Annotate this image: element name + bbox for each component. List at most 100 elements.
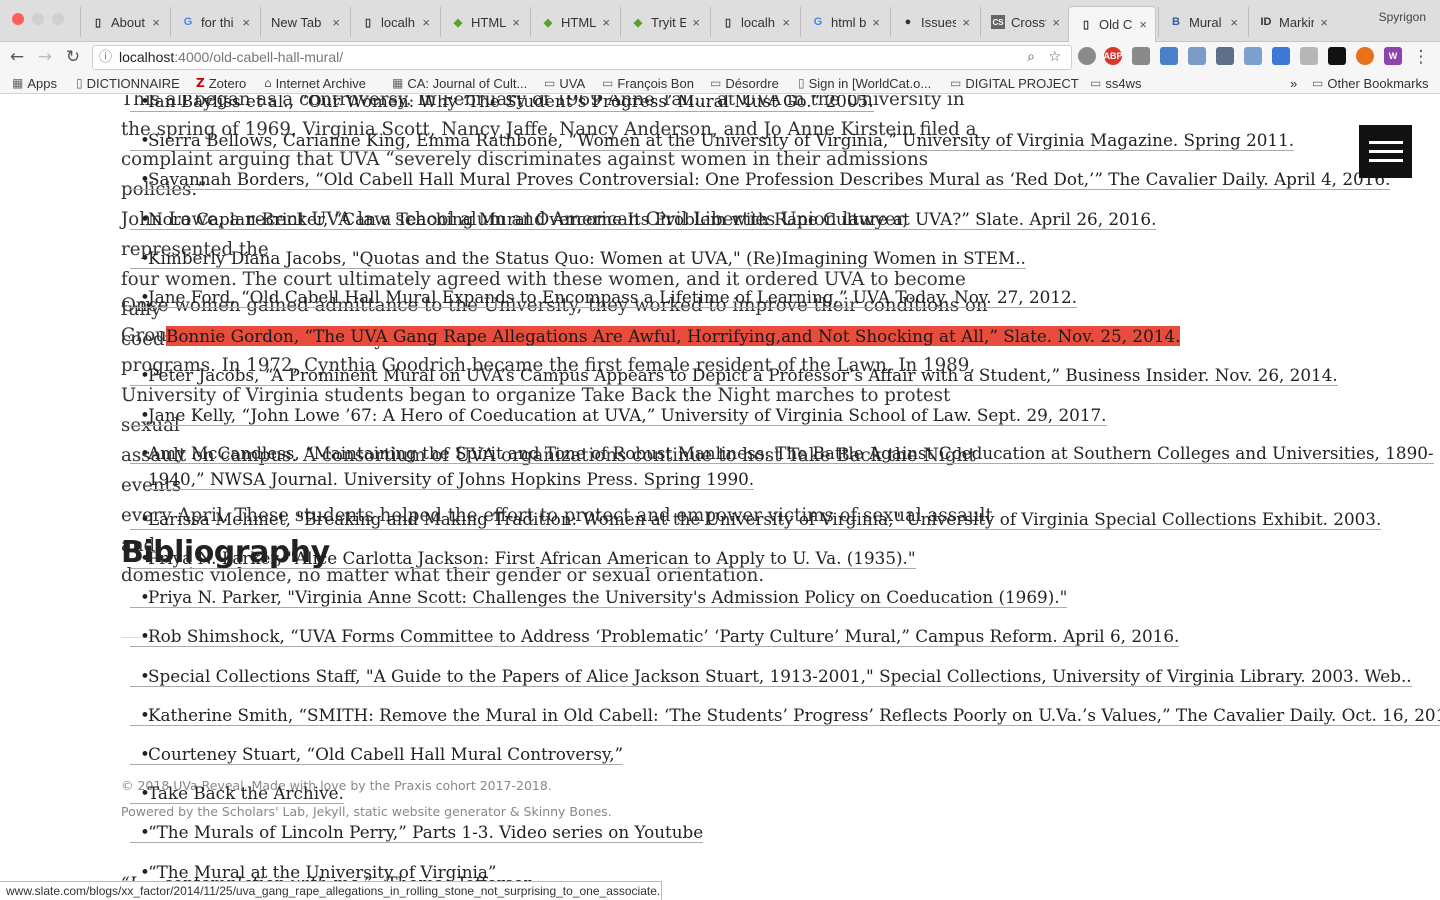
reload-icon[interactable]: ↻	[62, 46, 84, 68]
tab-crossref[interactable]: CS Crossf ×	[980, 7, 1068, 37]
tab-localhost-1[interactable]: ▯ localh ×	[350, 7, 438, 37]
w3schools-icon: ◆	[453, 16, 463, 29]
bibliography-link[interactable]: Courteney Stuart, “Old Cabell Hall Mural…	[130, 744, 624, 765]
maximize-window-button[interactable]	[52, 13, 64, 25]
bibliography-link[interactable]: Jane Ford, “Old Cabell Hall Mural Expand…	[130, 287, 1078, 308]
hamburger-menu-button[interactable]	[1359, 125, 1412, 178]
bibliography-link[interactable]: Larissa Mehmet, "Breaking and Making Tra…	[130, 509, 1382, 530]
bibliography-link[interactable]: Rob Shimshock, “UVA Forms Committee to A…	[130, 626, 1180, 647]
bibliography-link[interactable]: Nora Caplan-Bricker, “Can a Teaching Mur…	[130, 209, 1157, 230]
tab-old-cabell-active[interactable]: ▯ Old C ×	[1068, 6, 1156, 42]
bookmarks-overflow-chevron[interactable]: »	[1290, 74, 1297, 92]
close-tab-icon[interactable]: ×	[602, 15, 610, 30]
extension-cookie-icon[interactable]	[1300, 47, 1318, 65]
bibliography-link[interactable]: Special Collections Staff, "A Guide to t…	[130, 666, 1412, 687]
page-icon: ▯	[1082, 19, 1090, 31]
menu-kebab-icon[interactable]: ⋮	[1410, 46, 1432, 68]
bookmark-zotero[interactable]: Z Zotero	[196, 74, 246, 92]
close-tab-icon[interactable]: ×	[242, 15, 250, 30]
close-tab-icon[interactable]: ×	[872, 15, 880, 30]
bullet: •	[140, 783, 150, 803]
forward-arrow-icon[interactable]: →	[34, 46, 56, 68]
extension-grid-icon[interactable]	[1188, 47, 1206, 65]
extension-puzzle-icon[interactable]	[1132, 47, 1150, 65]
bibliography-link-hovered[interactable]: Bonnie Gordon, “The UVA Gang Rape Allega…	[166, 326, 1181, 346]
bookmark-apps[interactable]: ▦ Apps	[12, 74, 57, 92]
bibliography-link[interactable]: “The Murals of Lincoln Perry,” Parts 1-3…	[130, 822, 704, 843]
extension-window-icon[interactable]	[1216, 47, 1234, 65]
bookmark-folder-desordre[interactable]: ▭ Désordre	[710, 74, 779, 92]
list-item: • Priya N. Parker, "Alice Carlotta Jackso…	[130, 546, 916, 570]
bullet: •	[140, 587, 150, 607]
profile-name[interactable]: Spyrigon	[1379, 10, 1426, 24]
tab-tryit-editor[interactable]: ◆ Tryit E ×	[620, 7, 708, 37]
tab-new-tab[interactable]: New Tab ×	[260, 7, 348, 37]
close-window-button[interactable]	[12, 13, 24, 25]
bookmark-folder-digital-project[interactable]: ▭ DIGITAL PROJECT	[950, 74, 1079, 92]
bibliography-link[interactable]: Take Back the Archive.	[130, 783, 344, 804]
close-tab-icon[interactable]: ×	[782, 15, 790, 30]
close-tab-icon[interactable]: ×	[1139, 17, 1147, 32]
adblock-icon[interactable]: ABP	[1104, 47, 1123, 65]
bibliography-link[interactable]: Priya N. Parker, "Virginia Anne Scott: C…	[130, 587, 1068, 608]
bibliography-link[interactable]: Katherine Smith, “SMITH: Remove the Mura…	[130, 705, 1440, 726]
bibliography-link[interactable]: Jane Kelly, “John Lowe ’67: A Hero of Co…	[130, 405, 1107, 426]
extension-mask-icon[interactable]	[1078, 47, 1096, 65]
bookmark-worldcat[interactable]: ▯ Sign in [WorldCat.o...	[798, 74, 931, 92]
tab-html-2[interactable]: ◆ HTML ×	[530, 7, 618, 37]
tab-mural[interactable]: B Mural ×	[1158, 7, 1246, 37]
bibliography-link[interactable]: “The Mural at the University of Virginia…	[130, 862, 497, 883]
close-tab-icon[interactable]: ×	[1230, 15, 1238, 30]
bookmark-folder-other[interactable]: ▭ Other Bookmarks	[1312, 74, 1429, 92]
bookmark-star-icon[interactable]: ☆	[1048, 46, 1061, 69]
bookmark-folder-francois-bon[interactable]: ▭ François Bon	[602, 74, 694, 92]
google-icon: G	[183, 16, 193, 28]
extension-doc-icon[interactable]	[1272, 47, 1290, 65]
bibliography-link[interactable]: Sierra Bellows, Carianne King, Emma Rath…	[130, 130, 1295, 151]
tab-about[interactable]: ▯ About ×	[80, 7, 168, 37]
bullet: •	[140, 169, 150, 189]
back-arrow-icon[interactable]: ←	[6, 46, 28, 68]
tab-localhost-2[interactable]: ▯ localh ×	[710, 7, 798, 37]
tab-html-search[interactable]: Ghtml b ×	[800, 7, 888, 37]
zoom-icon[interactable]: ⌕	[1027, 46, 1035, 69]
bookmark-folder-uva[interactable]: ▭ UVA	[544, 74, 585, 92]
bookmark-internet-archive[interactable]: ⌂ Internet Archive	[264, 74, 366, 92]
tab-marking[interactable]: ID Markin ×	[1248, 7, 1336, 37]
bookmark-folder-ss4ws[interactable]: ▭ ss4ws	[1090, 74, 1141, 92]
close-tab-icon[interactable]: ×	[1320, 15, 1328, 30]
apps-grid-icon: ▦	[12, 76, 24, 90]
close-tab-icon[interactable]: ×	[1052, 15, 1060, 30]
list-item: • Ian Bayliss et al., “Our Women: Why ‘Th…	[130, 95, 874, 113]
bibliography-link[interactable]: Amy McCandless, “Maintaining the Spirit …	[130, 443, 1434, 490]
close-tab-icon[interactable]: ×	[332, 15, 340, 30]
extension-mail-icon[interactable]	[1244, 47, 1262, 65]
close-tab-icon[interactable]: ×	[422, 15, 430, 30]
tab-google-search[interactable]: Gfor thi ×	[170, 7, 258, 37]
close-tab-icon[interactable]: ×	[962, 15, 970, 30]
close-tab-icon[interactable]: ×	[152, 15, 160, 30]
address-url[interactable]: localhost:4000/old-cabell-hall-mural/	[119, 46, 343, 69]
info-icon[interactable]: ⓘ	[99, 46, 112, 69]
bullet: •	[140, 744, 150, 764]
close-tab-icon[interactable]: ×	[692, 15, 700, 30]
extension-orange-icon[interactable]	[1356, 47, 1374, 65]
address-bar[interactable]: ⓘ localhost:4000/old-cabell-hall-mural/ …	[92, 45, 1072, 70]
extension-lock-icon[interactable]	[1328, 47, 1346, 65]
bibliography-link[interactable]: Priya N. Parker, "Alice Carlotta Jackson…	[130, 548, 916, 569]
bookmark-ca-journal[interactable]: ▦ CA: Journal of Cult...	[392, 74, 527, 92]
bibliography-link[interactable]: Kimberly Diana Jacobs, "Quotas and the S…	[130, 248, 1026, 269]
tab-issues[interactable]: ● Issues ×	[890, 7, 978, 37]
bibliography-link[interactable]: Savannah Borders, “Old Cabell Hall Mural…	[130, 169, 1391, 190]
blog-icon: B	[1172, 16, 1180, 28]
tab-html-1[interactable]: ◆ HTML ×	[440, 7, 528, 37]
bookmark-dictionnaire[interactable]: ▯ DICTIONNAIRE	[76, 74, 180, 92]
close-tab-icon[interactable]: ×	[512, 15, 520, 30]
extension-blue-icon[interactable]	[1160, 47, 1178, 65]
bullet: •	[140, 705, 150, 725]
bibliography-link[interactable]: Ian Bayliss et al., “Our Women: Why ‘The…	[130, 95, 874, 112]
bullet: •	[140, 287, 150, 307]
minimize-window-button[interactable]	[32, 13, 44, 25]
extension-w-icon[interactable]: W	[1384, 47, 1402, 65]
bibliography-link[interactable]: Peter Jacobs, “A Prominent Mural on UVA’…	[130, 365, 1338, 386]
